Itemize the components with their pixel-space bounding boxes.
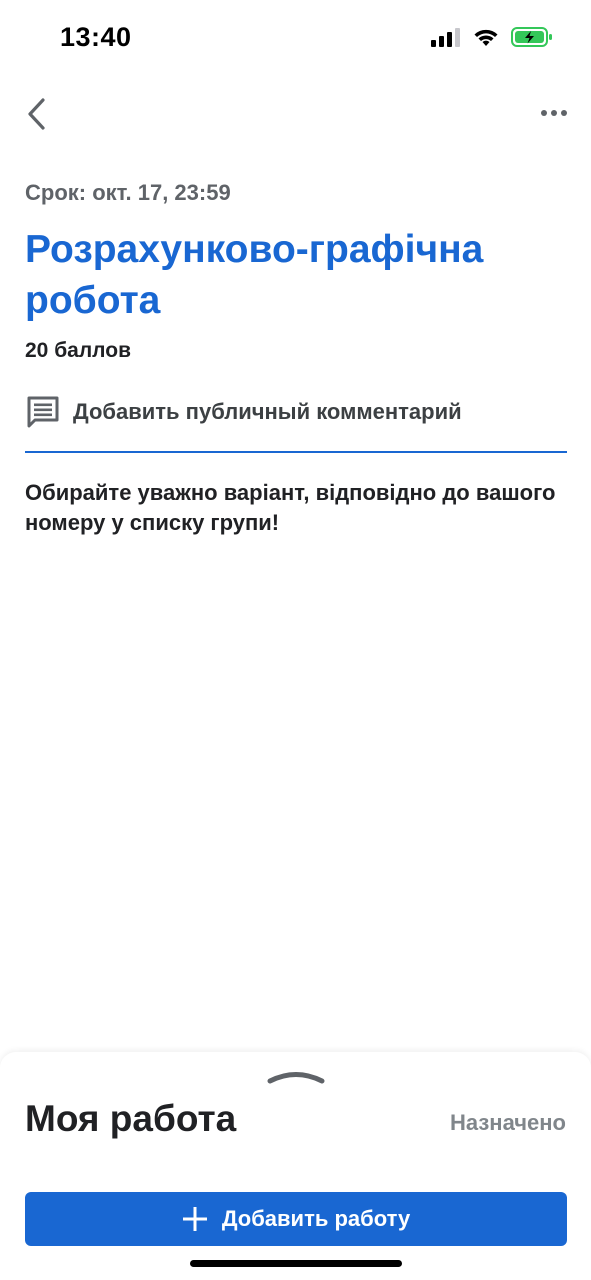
add-work-button[interactable]: Добавить работу: [25, 1192, 567, 1246]
more-options-button[interactable]: [537, 98, 571, 128]
sheet-expand-handle[interactable]: [266, 1066, 326, 1086]
comment-label: Добавить публичный комментарий: [73, 399, 462, 424]
wifi-icon: [473, 27, 499, 52]
battery-charging-icon: [511, 26, 553, 53]
add-work-label: Добавить работу: [221, 1206, 411, 1231]
back-button[interactable]: [18, 94, 54, 134]
assignment-screen: 13:40 Срок: окт. 17, 23:59 Розрахунково-…: [0, 0, 591, 1280]
my-work-sheet: Моя работа Назначено Добавить работу: [0, 1052, 591, 1280]
plus-icon: [182, 1207, 207, 1231]
more-horizontal-icon: [541, 110, 567, 116]
due-date: Срок: окт. 17, 23:59: [25, 180, 231, 205]
cellular-signal-icon: [431, 27, 461, 52]
home-indicator[interactable]: [190, 1260, 402, 1267]
status-time: 13:40: [60, 22, 132, 52]
assignment-title: Розрахунково-графічна робота: [25, 228, 484, 322]
chevron-left-icon: [28, 98, 45, 130]
comment-icon: [25, 394, 61, 430]
status-icons: [431, 26, 553, 53]
work-status: Назначено: [449, 1110, 566, 1135]
chevron-up-icon: [267, 1072, 325, 1084]
status-bar: 13:40: [0, 0, 591, 80]
add-public-comment-button[interactable]: Добавить публичный комментарий: [25, 392, 565, 432]
assignment-description: Обирайте уважно варіант, відповідно до в…: [25, 480, 556, 535]
my-work-title: Моя работа: [25, 1098, 237, 1139]
divider: [25, 451, 567, 453]
points: 20 баллов: [25, 339, 131, 362]
